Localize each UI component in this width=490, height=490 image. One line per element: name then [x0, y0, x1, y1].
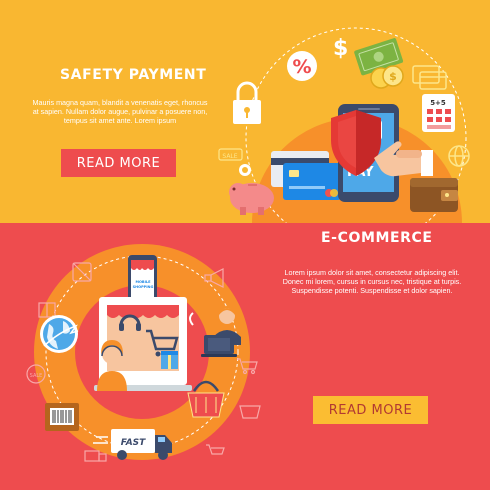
svg-text:5+5: 5+5 [430, 99, 446, 107]
padlock-icon [233, 81, 261, 124]
credit-card-icon [283, 163, 341, 200]
sale-tag-icon: SALE [218, 148, 243, 161]
svg-text:$: $ [389, 70, 397, 83]
small-coin-icon [239, 164, 251, 176]
safety-payment-banner: SAFETY PAYMENT Mauris magna quam, blandi… [0, 0, 490, 223]
basket-outline-icon [239, 405, 261, 419]
svg-text:SALE: SALE [30, 373, 43, 379]
description-line: Lorem ipsum dolor sit amet, consectetur … [284, 268, 460, 277]
gift-box-icon [161, 351, 178, 369]
svg-text:FAST: FAST [121, 438, 146, 448]
svg-text:MOBILE: MOBILE [135, 280, 151, 284]
globe-icon [40, 315, 79, 353]
small-cart-outline-icon [206, 444, 225, 455]
svg-text:SALE: SALE [222, 153, 237, 160]
e-commerce-banner: SALE MOBILE SHOPPING FAST E-COMMERCE Lor… [0, 223, 490, 490]
calculator-icon: 5+5 [422, 94, 455, 132]
barcode-package-icon [45, 403, 79, 431]
banner-title: E-COMMERCE [321, 230, 433, 246]
description-line: Suspendisse potenti. Suspendisse et dolo… [291, 286, 453, 295]
svg-text:%: % [292, 56, 311, 78]
credit-cards-icon [412, 65, 447, 90]
page: SAFETY PAYMENT Mauris magna quam, blandi… [0, 0, 490, 490]
dollar-icon: $ [333, 36, 348, 61]
banner-description: Lorem ipsum dolor sit amet, consectetur … [260, 268, 484, 295]
svg-text:$: $ [333, 36, 348, 61]
description-line: Donec mi lorem, cursus in cursus nec, tr… [282, 277, 462, 286]
coin-stack-icon: $ [370, 65, 404, 89]
read-more-button[interactable]: READ MORE [313, 396, 428, 424]
globe-icon [448, 145, 470, 167]
svg-text:SHOPPING: SHOPPING [133, 285, 154, 289]
percent-icon: % [287, 51, 317, 81]
e-commerce-illustration: SALE MOBILE SHOPPING FAST [26, 244, 261, 462]
safety-payment-illustration: % $ $ 5+5 SALE [218, 27, 470, 223]
wallet-icon [410, 178, 458, 212]
